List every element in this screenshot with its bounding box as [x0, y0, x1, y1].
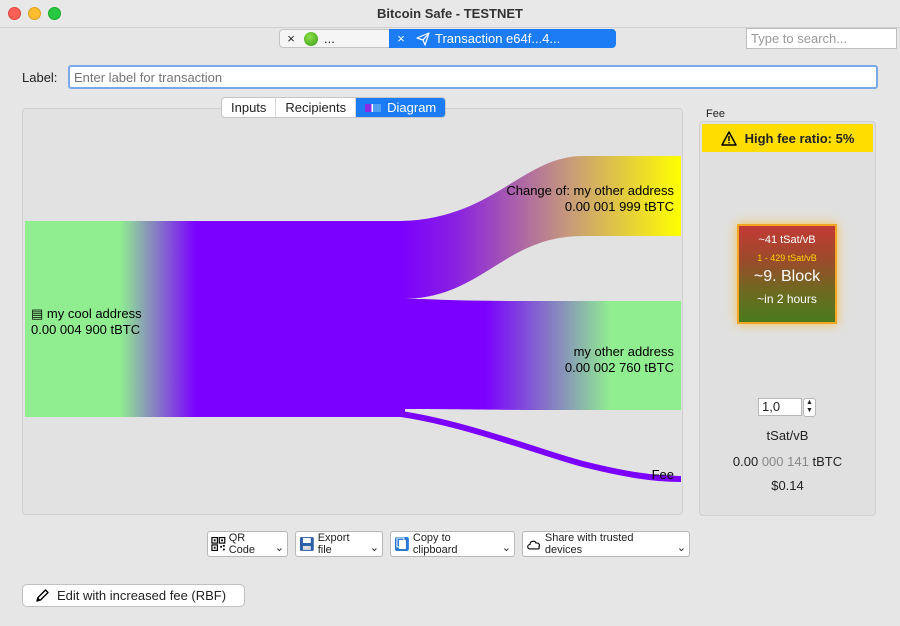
fee-name: Fee — [651, 467, 674, 482]
qr-code-label: QR Code — [228, 532, 255, 556]
fee-btc-part: 000 — [761, 454, 784, 469]
fee-btc-amount: 0.00 000 141 tBTC — [699, 454, 876, 469]
block-fee-rate: ~41 tSat/vB — [758, 234, 816, 246]
change-flow — [401, 156, 681, 299]
tab-diagram[interactable]: Diagram — [356, 98, 446, 117]
export-file-button[interactable]: Export file ⌄ — [295, 531, 383, 557]
cloud-icon — [527, 540, 541, 550]
change-amount: 0.00 001 999 tBTC — [564, 199, 674, 214]
fee-btc-unit: tBTC — [812, 454, 843, 469]
fee-btc-part: 141 — [787, 454, 809, 469]
fee-warning-text: High fee ratio: 5% — [744, 130, 855, 146]
transaction-label-input[interactable] — [68, 65, 878, 89]
tab-close-icon[interactable]: × — [392, 31, 410, 46]
fee-usd-amount: $0.14 — [771, 478, 804, 493]
label-caption: Label: — [22, 70, 58, 85]
block-eta: ~in 2 hours — [757, 292, 817, 306]
fee-rate-input[interactable]: 1,0 — [758, 398, 802, 416]
clipboard-icon — [394, 537, 409, 551]
diagram-icon — [365, 103, 382, 112]
title-bar: Bitcoin Safe - TESTNET — [0, 0, 900, 28]
recipient-node-label: my other address 0.00 002 760 tBTC — [565, 344, 674, 376]
search-input[interactable]: Type to search... — [746, 28, 897, 49]
tab-close-icon[interactable]: × — [282, 31, 300, 46]
qr-code-button[interactable]: QR Code ⌄ — [207, 531, 288, 557]
fee-flow — [370, 408, 682, 482]
chevron-down-icon: ⌄ — [676, 542, 686, 554]
chevron-down-icon: ⌄ — [369, 542, 379, 554]
copy-to-clipboard-button[interactable]: Copy to clipboard ⌄ — [390, 531, 515, 557]
stepper-up-icon[interactable]: ▲ — [804, 399, 815, 407]
input-amount: 0.00 004 900 tBTC — [31, 322, 141, 337]
send-icon — [416, 31, 430, 46]
address-icon: ▤ — [31, 306, 44, 321]
fee-unit: tSat/vB — [766, 428, 809, 443]
stepper-down-icon[interactable]: ▼ — [804, 407, 815, 415]
tab-recipients[interactable]: Recipients — [276, 98, 357, 117]
tab-label: ... — [324, 31, 335, 46]
wallet-status-icon — [304, 31, 318, 46]
change-name: Change of: my other address — [506, 183, 674, 198]
recipient-amount: 0.00 002 760 tBTC — [564, 360, 674, 375]
tab-diagram-label: Diagram — [387, 100, 437, 115]
view-tabs: Inputs Recipients Diagram — [221, 97, 447, 118]
tab-inputs[interactable]: Inputs — [222, 98, 277, 117]
block-fee-range: 1 - 429 tSat/vB — [757, 253, 817, 263]
warning-icon — [720, 130, 737, 146]
input-name: my cool address — [46, 306, 142, 321]
chevron-down-icon: ⌄ — [501, 542, 511, 554]
qr-code-icon — [211, 536, 226, 552]
window-title: Bitcoin Safe - TESTNET — [377, 6, 523, 21]
diagram-panel: ▤ my cool address 0.00 004 900 tBTC Chan… — [22, 108, 683, 515]
change-node-label: Change of: my other address 0.00 001 999… — [506, 183, 674, 215]
save-icon — [299, 537, 314, 551]
recipient-name: my other address — [573, 344, 674, 359]
fee-node-label: Fee — [652, 467, 674, 483]
tab-transaction[interactable]: × Transaction e64f...4... — [389, 29, 616, 48]
tab-label: Transaction e64f...4... — [435, 31, 561, 46]
share-label: Share with trusted devices — [544, 532, 634, 556]
fee-btc-part: 0.00 — [732, 454, 759, 469]
fee-warning-banner: High fee ratio: 5% — [702, 124, 873, 152]
block-position: ~9. Block — [753, 268, 821, 285]
export-file-label: Export file — [317, 532, 350, 556]
copy-to-clipboard-label: Copy to clipboard — [412, 532, 458, 556]
tab-wallet[interactable]: × ... — [279, 29, 390, 48]
share-button[interactable]: Share with trusted devices ⌄ — [522, 531, 690, 557]
pencil-icon — [36, 589, 49, 602]
mempool-block[interactable]: ~41 tSat/vB 1 - 429 tSat/vB ~9. Block ~i… — [737, 224, 837, 324]
fee-rate-stepper[interactable]: ▲ ▼ — [803, 398, 816, 417]
rbf-button[interactable]: Edit with increased fee (RBF) — [22, 584, 245, 607]
fee-title: Fee — [706, 108, 725, 120]
input-node-label: ▤ my cool address 0.00 004 900 tBTC — [31, 306, 142, 338]
rbf-label: Edit with increased fee (RBF) — [57, 588, 227, 603]
chevron-down-icon: ⌄ — [274, 542, 284, 554]
